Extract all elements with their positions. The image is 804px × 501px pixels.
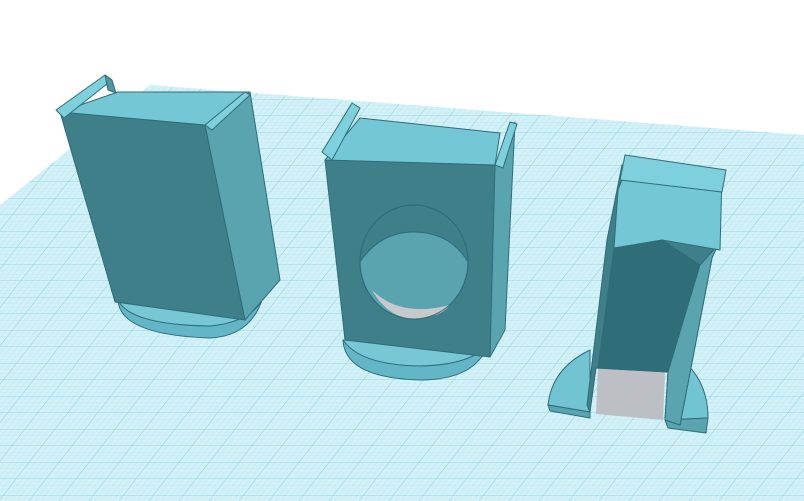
3d-viewport[interactable] [0, 0, 804, 501]
stand-with-circular-hole[interactable] [321, 102, 518, 381]
workplane-scene[interactable] [0, 0, 804, 501]
